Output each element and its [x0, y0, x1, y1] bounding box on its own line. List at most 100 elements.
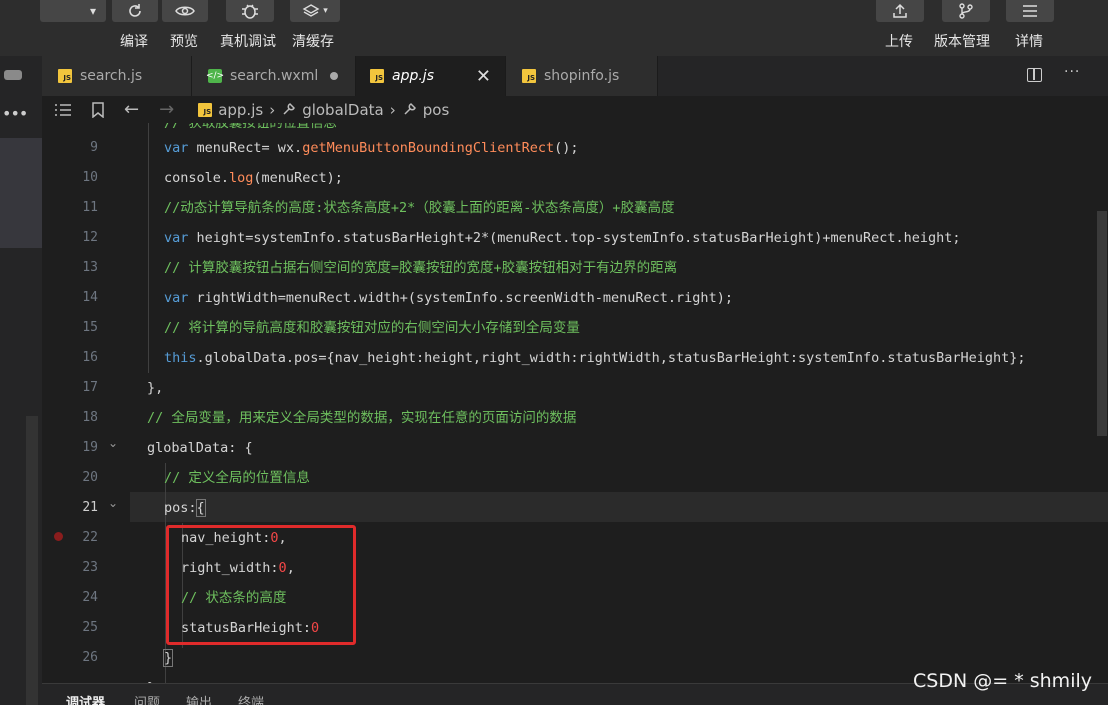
more-icon[interactable]: ••• — [2, 104, 28, 123]
code-line: var height=systemInfo.statusBarHeight+2*… — [164, 230, 961, 246]
line-number: 16 — [82, 350, 98, 365]
code-line: var menuRect= wx.getMenuButtonBoundingCl… — [164, 140, 579, 156]
bug-icon — [242, 4, 258, 19]
more-actions-icon[interactable]: ··· — [1064, 64, 1080, 80]
compile-label: 编译 — [120, 34, 148, 50]
fold-chevron-icon[interactable]: ⌄ — [108, 436, 118, 450]
code-line: } — [147, 673, 155, 683]
indent-guide — [148, 123, 149, 373]
tab-terminal[interactable]: 终端 — [238, 692, 264, 705]
list-icon[interactable] — [54, 103, 72, 117]
editor-tab-bar: JS search.js </> search.wxml JS app.js ✕… — [42, 56, 1108, 96]
code-line: // 定义全局的位置信息 — [164, 470, 310, 486]
line-number: 14 — [82, 290, 98, 305]
line-number: 11 — [82, 200, 98, 215]
line-number: 13 — [82, 260, 98, 275]
forward-arrow-icon[interactable]: → — [159, 99, 174, 120]
eye-icon — [175, 6, 195, 16]
bookmark-icon[interactable] — [92, 101, 104, 118]
js-file-icon: JS — [370, 69, 384, 83]
caret-down-icon: ▾ — [323, 6, 328, 16]
code-line: globalData: { — [147, 440, 253, 456]
line-number: 18 — [82, 410, 98, 425]
details-label: 详情 — [1015, 34, 1043, 50]
refresh-icon — [129, 4, 141, 17]
docker-icon[interactable] — [4, 70, 22, 80]
js-file-icon: JS — [522, 69, 536, 83]
upload-label: 上传 — [885, 34, 913, 50]
tab-label: search.wxml — [230, 68, 319, 84]
code-line: console.log(menuRect); — [164, 170, 343, 186]
back-arrow-icon[interactable]: ← — [124, 99, 139, 120]
close-icon[interactable]: ✕ — [476, 66, 491, 87]
code-editor[interactable]: 9 10 11 12 13 14 15 16 17 18 19 20 21 22… — [42, 123, 1108, 683]
version-control-button[interactable] — [942, 0, 990, 22]
code-line: var rightWidth=menuRect.width+(systemInf… — [164, 290, 733, 306]
preview-button[interactable] — [162, 0, 208, 22]
line-number: 10 — [82, 170, 98, 185]
annotation-highlight-box — [166, 525, 356, 645]
tab-search-wxml[interactable]: </> search.wxml — [192, 56, 356, 96]
current-line-highlight — [130, 492, 1108, 522]
tab-label: shopinfo.js — [544, 68, 620, 84]
tab-label: app.js — [392, 68, 434, 84]
wxml-file-icon: </> — [205, 69, 225, 83]
sidebar-scrollbar[interactable] — [26, 416, 38, 705]
tab-debugger[interactable]: 调试器 — [66, 692, 105, 705]
line-number: 20 — [82, 470, 98, 485]
line-number: 15 — [82, 320, 98, 335]
line-number: 25 — [82, 620, 98, 635]
activity-bar: ••• — [0, 56, 42, 705]
line-number: 22 — [82, 530, 98, 545]
line-number: 17 — [82, 380, 98, 395]
wrench-icon — [283, 103, 296, 115]
remote-debug-label: 真机调试 — [220, 34, 276, 50]
watermark: CSDN @= * shmily — [913, 670, 1092, 692]
fold-chevron-icon[interactable]: ⌄ — [108, 496, 118, 510]
editor-vertical-scrollbar[interactable] — [1097, 211, 1107, 436]
breadcrumb: ← → JS app.js › globalData › pos — [42, 96, 1108, 123]
code-line: // 将计算的导航高度和胶囊按钮对应的右侧空间大小存储到全局变量 — [164, 320, 580, 336]
version-control-label: 版本管理 — [934, 34, 990, 50]
code-line: this.globalData.pos={nav_height:height,r… — [164, 350, 1026, 366]
preview-label: 预览 — [170, 34, 198, 50]
tab-problems[interactable]: 问题 — [134, 692, 160, 705]
breadcrumb-file[interactable]: app.js — [218, 101, 263, 119]
line-number: 12 — [82, 230, 98, 245]
line-number: 24 — [82, 590, 98, 605]
tab-shopinfo-js[interactable]: JS shopinfo.js — [506, 56, 658, 96]
line-number: 19 — [82, 440, 98, 455]
tab-app-js[interactable]: JS app.js ✕ — [356, 56, 506, 96]
top-toolbar: ▾ 编译 预览 真机调试 ▾ 清缓存 上传 版本管理 详情 — [0, 0, 1108, 56]
code-line: //动态计算导航条的高度:状态条高度+2*（胶囊上面的距离-状态条高度）+胶囊高… — [164, 200, 675, 216]
clear-cache-label: 清缓存 — [292, 34, 334, 50]
tab-output[interactable]: 输出 — [186, 692, 212, 705]
clear-cache-button[interactable]: ▾ — [290, 0, 340, 22]
caret-down-icon: ▾ — [89, 4, 96, 18]
breadcrumb-item-globaldata[interactable]: globalData — [302, 101, 384, 119]
branch-icon — [959, 3, 973, 19]
wrench-icon — [404, 103, 416, 115]
breakpoint-marker[interactable] — [54, 532, 63, 541]
chevron-right-icon: › — [389, 100, 396, 119]
modified-dot-icon[interactable] — [330, 72, 339, 80]
details-button[interactable] — [1006, 0, 1054, 22]
activity-selected-region — [0, 138, 42, 248]
layers-icon — [302, 4, 320, 17]
menu-icon — [1023, 5, 1037, 17]
chevron-right-icon: › — [269, 100, 276, 119]
line-number: 26 — [82, 650, 98, 665]
compile-button[interactable] — [112, 0, 158, 22]
js-file-icon: JS — [58, 69, 72, 83]
remote-debug-button[interactable] — [226, 0, 274, 22]
code-line: // 全局变量，用来定义全局类型的数据，实现在任意的页面访问的数据 — [147, 410, 577, 426]
split-editor-icon[interactable] — [1027, 68, 1042, 82]
code-line: pos:{ — [164, 499, 206, 517]
tab-search-js[interactable]: JS search.js — [42, 56, 192, 96]
line-number-current: 21 — [82, 500, 98, 515]
mode-dropdown[interactable]: ▾ — [40, 0, 106, 22]
upload-button[interactable] — [876, 0, 924, 22]
js-file-icon: JS — [198, 102, 213, 117]
breadcrumb-item-pos[interactable]: pos — [423, 101, 450, 119]
upload-icon — [893, 3, 907, 18]
